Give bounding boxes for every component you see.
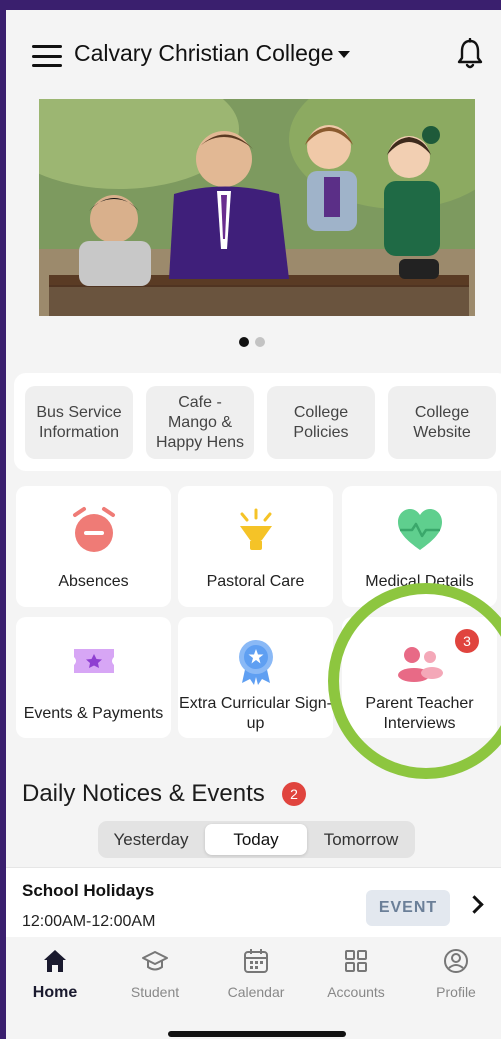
home-icon: [44, 950, 66, 972]
tab-student[interactable]: Student: [110, 947, 200, 1000]
bell-icon[interactable]: [456, 38, 484, 70]
tab-home[interactable]: Home: [10, 947, 100, 1002]
tab-accounts[interactable]: Accounts: [311, 947, 401, 1000]
tile-pastoral-care[interactable]: Pastoral Care: [178, 486, 333, 607]
school-selector-title[interactable]: Calvary Christian College: [74, 40, 334, 67]
tile-label: Medical Details: [365, 573, 474, 590]
tile-label: Absences: [58, 573, 129, 590]
calendar-icon: [244, 949, 268, 973]
tab-label: Home: [32, 984, 78, 1001]
quick-link-college-website[interactable]: College Website: [388, 386, 496, 459]
tile-label: Pastoral Care: [206, 573, 305, 590]
tile-medical-details[interactable]: Medical Details: [342, 486, 497, 607]
tab-label: Student: [130, 984, 180, 1000]
tab-label: Calendar: [227, 984, 285, 1000]
tile-absences[interactable]: Absences: [16, 486, 171, 607]
quick-link-bus-service[interactable]: Bus Service Information: [25, 386, 133, 459]
event-type-tag: EVENT: [366, 890, 450, 926]
tab-label: Accounts: [327, 984, 385, 1000]
grid-icon: [345, 950, 367, 972]
quick-link-cafe[interactable]: Cafe - Mango & Happy Hens: [146, 386, 254, 459]
home-indicator-bar[interactable]: [168, 1031, 346, 1037]
tile-label: Events & Payments: [23, 705, 164, 722]
app-screen: Calvary Christian College Bus Service In…: [6, 10, 501, 1039]
tile-label: Parent Teacher Interviews: [365, 695, 474, 732]
banner-carousel-image[interactable]: [39, 99, 475, 316]
tile-extra-curricular[interactable]: Extra Curricular Sign-up: [178, 617, 333, 738]
event-list-item[interactable]: School Holidays 12:00AM-12:00AM EVENT: [6, 867, 501, 937]
profile-icon: [444, 949, 468, 973]
carousel-dot[interactable]: [255, 337, 265, 347]
graduation-cap-icon: [142, 951, 168, 971]
tab-label: Profile: [436, 984, 476, 1000]
notices-count-badge: 2: [282, 782, 306, 806]
tile-events-payments[interactable]: Events & Payments: [16, 617, 171, 738]
alarm-clock-icon: [72, 507, 115, 552]
bottom-tab-bar: Home Student Calendar Accounts Profile: [6, 937, 501, 1039]
tab-profile[interactable]: Profile: [411, 947, 501, 1000]
award-ribbon-icon: [238, 640, 273, 685]
heart-icon: [397, 509, 442, 550]
quick-links-card: Bus Service Information Cafe - Mango & H…: [14, 373, 501, 471]
lamp-icon: [239, 508, 272, 550]
event-title: School Holidays: [22, 881, 155, 900]
ticket-icon: [73, 649, 114, 673]
tab-calendar[interactable]: Calendar: [211, 947, 301, 1000]
segment-today[interactable]: Today: [205, 824, 307, 855]
notification-count-badge: 3: [455, 629, 479, 653]
carousel-indicator: [239, 334, 271, 352]
section-title-daily-notices: Daily Notices & Events: [22, 780, 265, 807]
tile-label: Extra Curricular Sign-up: [179, 695, 332, 732]
event-time: 12:00AM-12:00AM: [22, 913, 156, 930]
tile-parent-teacher-interviews[interactable]: 3 Parent Teacher Interviews: [342, 617, 497, 738]
day-segmented-control: Yesterday Today Tomorrow: [98, 821, 415, 858]
carousel-dot-active[interactable]: [239, 337, 249, 347]
segment-tomorrow[interactable]: Tomorrow: [310, 824, 412, 855]
people-icon: [397, 647, 443, 682]
menu-icon[interactable]: [32, 45, 62, 67]
app-header: Calvary Christian College: [6, 10, 501, 94]
quick-link-college-policies[interactable]: College Policies: [267, 386, 375, 459]
chevron-down-icon[interactable]: [338, 51, 350, 58]
segment-yesterday[interactable]: Yesterday: [101, 824, 201, 855]
chevron-right-icon[interactable]: [465, 895, 484, 914]
